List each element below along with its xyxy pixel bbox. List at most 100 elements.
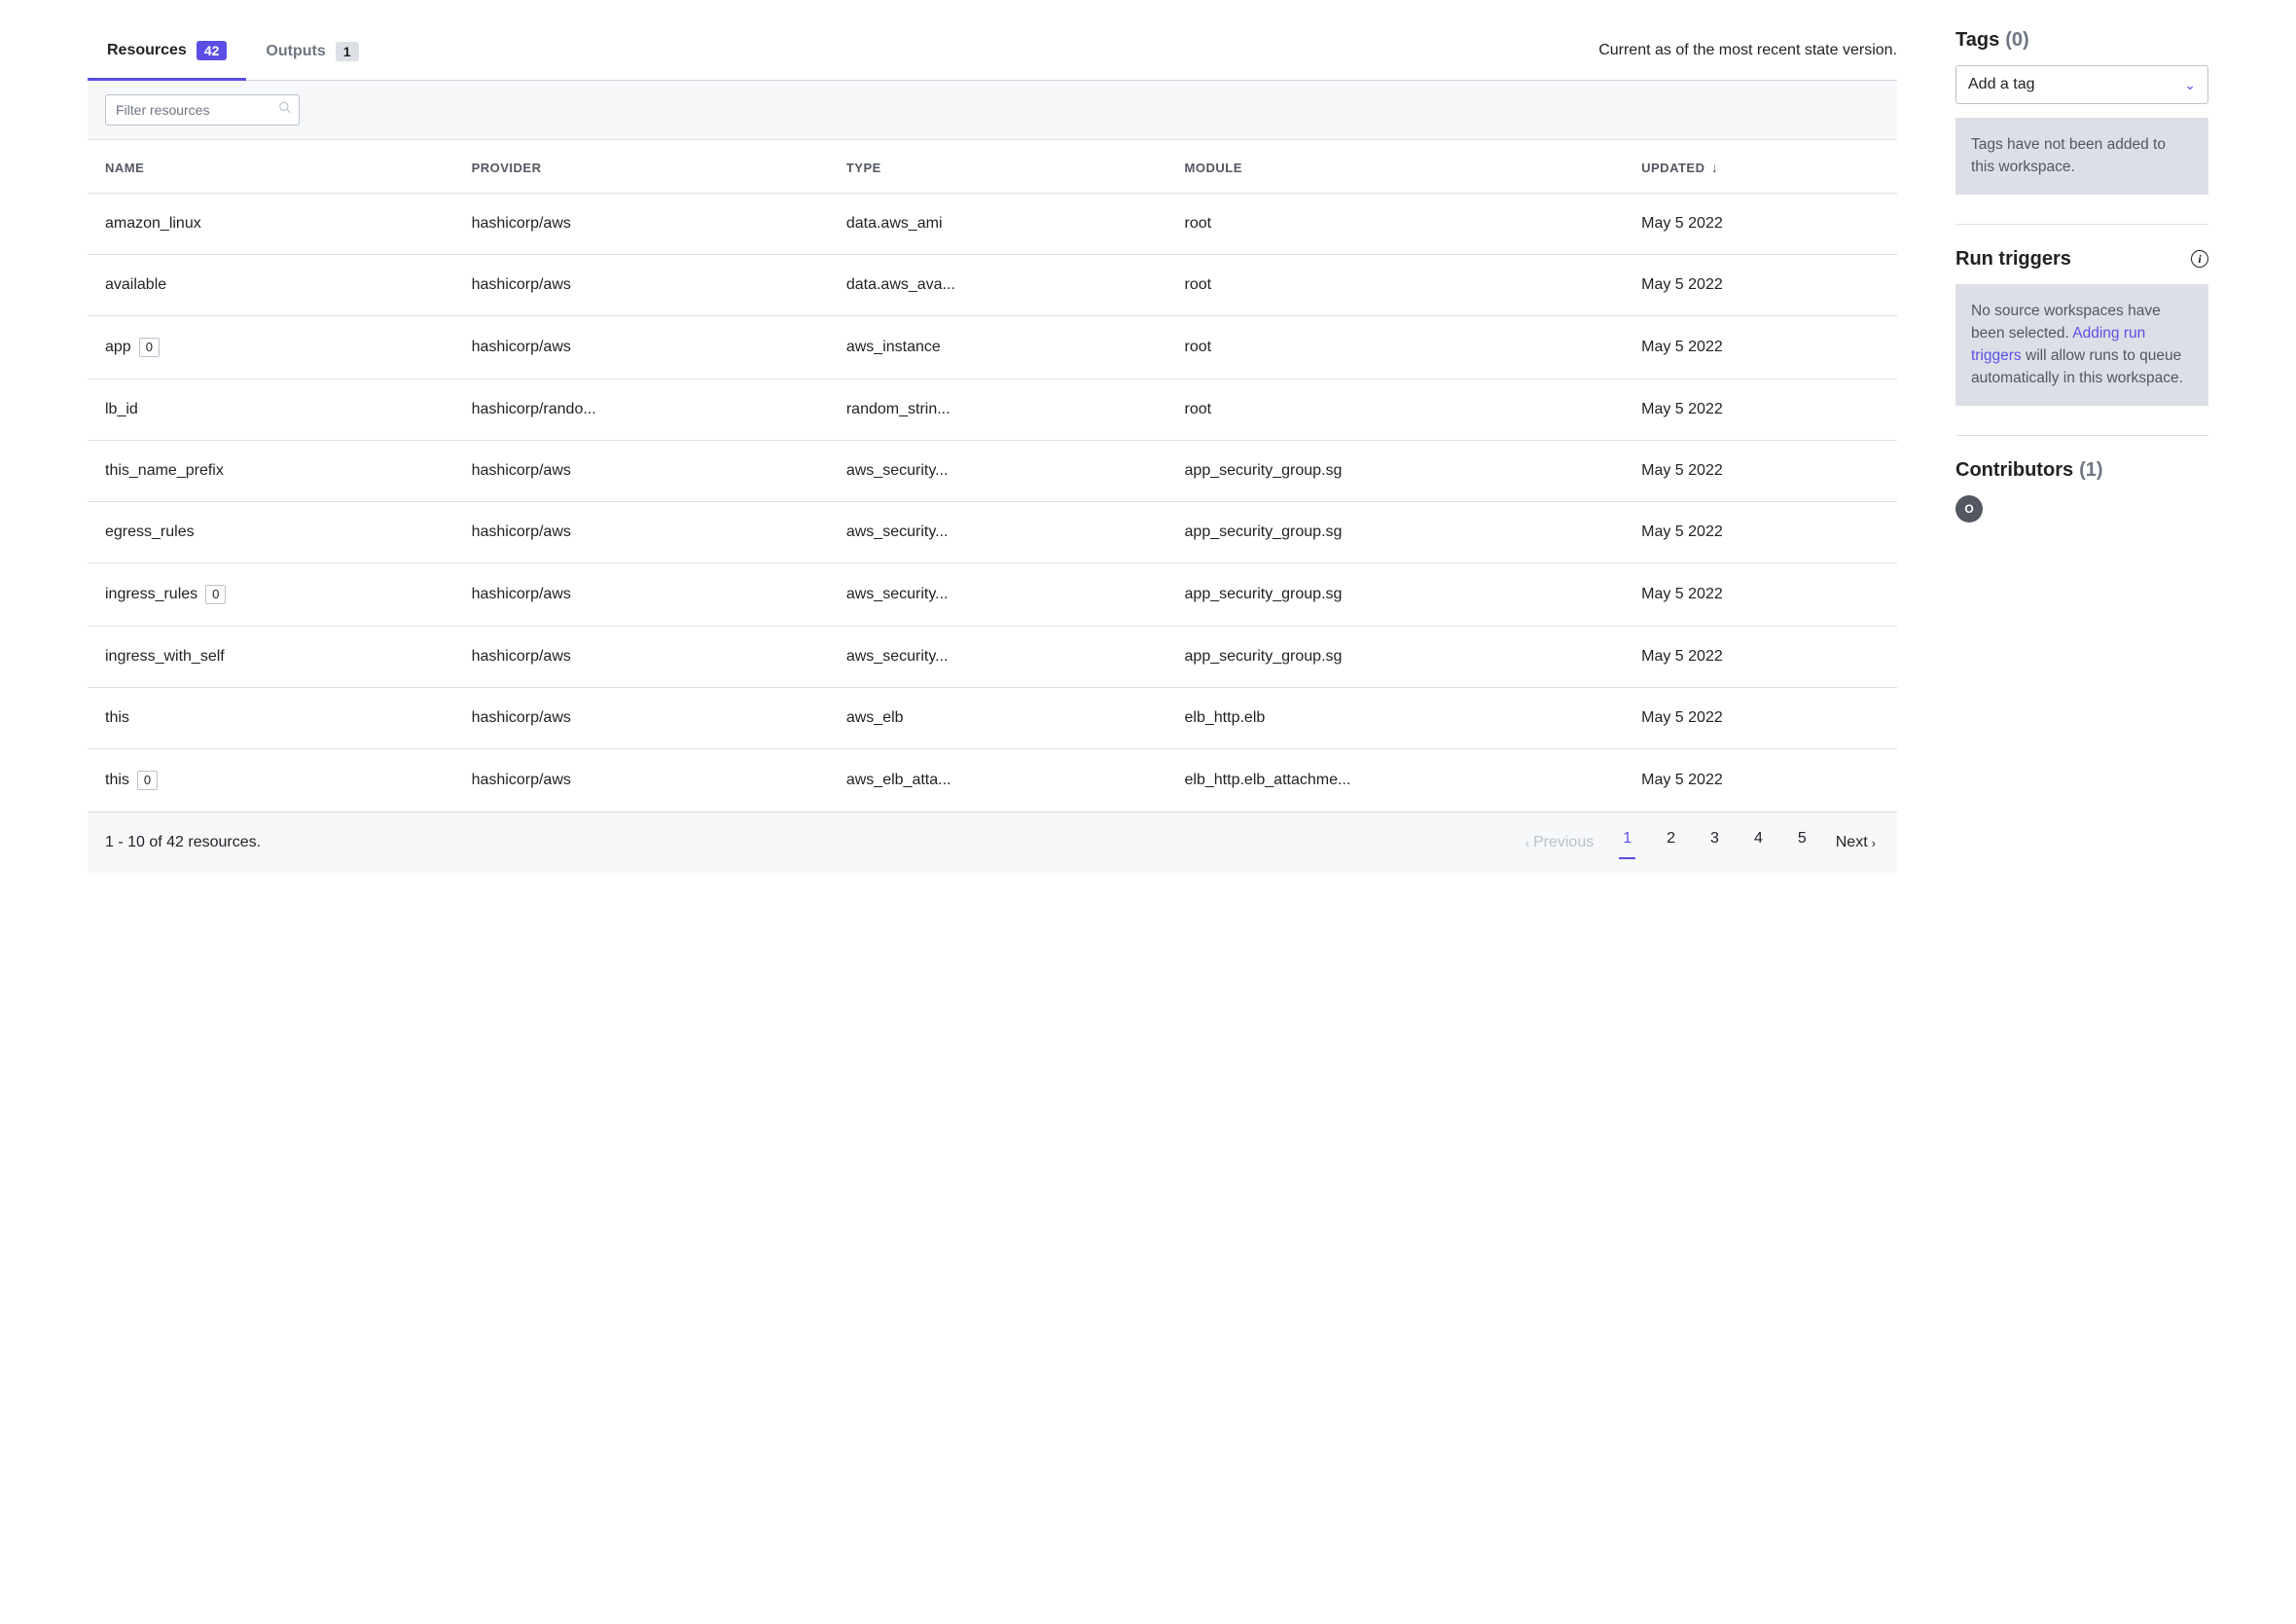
add-tag-dropdown[interactable]: Add a tag ⌄	[1955, 65, 2208, 104]
tab-label: Outputs	[266, 43, 325, 60]
col-provider[interactable]: PROVIDER	[454, 140, 829, 194]
cell-updated: May 5 2022	[1624, 563, 1897, 627]
cell-type: aws_elb	[829, 688, 1167, 749]
cell-type: aws_security...	[829, 441, 1167, 502]
table-row[interactable]: amazon_linuxhashicorp/awsdata.aws_amiroo…	[88, 194, 1897, 255]
search-icon	[278, 101, 292, 120]
cell-name: app0	[88, 316, 454, 379]
pagination-next[interactable]: Next ›	[1832, 830, 1880, 855]
pagination-bar: 1 - 10 of 42 resources. ‹ Previous 12345…	[88, 812, 1897, 873]
cell-updated: May 5 2022	[1624, 502, 1897, 563]
cell-module: app_security_group.sg	[1167, 627, 1625, 688]
tab-count-badge: 1	[336, 42, 359, 61]
pagination: ‹ Previous 12345 Next ›	[1522, 826, 1880, 859]
cell-name: egress_rules	[88, 502, 454, 563]
page-5[interactable]: 5	[1794, 826, 1811, 859]
cell-updated: May 5 2022	[1624, 194, 1897, 255]
tab-outputs[interactable]: Outputs 1	[246, 29, 377, 80]
cell-provider: hashicorp/rando...	[454, 379, 829, 441]
cell-type: random_strin...	[829, 379, 1167, 441]
cell-updated: May 5 2022	[1624, 255, 1897, 316]
cell-name: this	[88, 688, 454, 749]
cell-type: aws_security...	[829, 502, 1167, 563]
cell-type: aws_security...	[829, 627, 1167, 688]
table-row[interactable]: availablehashicorp/awsdata.aws_ava...roo…	[88, 255, 1897, 316]
cell-name: this0	[88, 749, 454, 812]
cell-provider: hashicorp/aws	[454, 441, 829, 502]
cell-provider: hashicorp/aws	[454, 255, 829, 316]
cell-module: root	[1167, 379, 1625, 441]
sidebar: Tags (0) Add a tag ⌄ Tags have not been …	[1955, 29, 2208, 873]
table-row[interactable]: thishashicorp/awsaws_elbelb_http.elbMay …	[88, 688, 1897, 749]
chevron-down-icon: ⌄	[2184, 77, 2196, 93]
divider	[1955, 435, 2208, 436]
cell-updated: May 5 2022	[1624, 379, 1897, 441]
filter-bar	[88, 81, 1897, 140]
cell-module: app_security_group.sg	[1167, 502, 1625, 563]
col-module[interactable]: MODULE	[1167, 140, 1625, 194]
tags-empty-message: Tags have not been added to this workspa…	[1955, 118, 2208, 195]
table-row[interactable]: this_name_prefixhashicorp/awsaws_securit…	[88, 441, 1897, 502]
resources-table: NAME PROVIDER TYPE MODULE UPDATED ↓ amaz…	[88, 140, 1897, 812]
index-badge: 0	[139, 338, 160, 357]
cell-name: amazon_linux	[88, 194, 454, 255]
page-3[interactable]: 3	[1706, 826, 1723, 859]
tags-title: Tags (0)	[1955, 29, 2029, 52]
state-version-status: Current as of the most recent state vers…	[1598, 42, 1897, 67]
tab-resources[interactable]: Resources 42	[88, 29, 246, 81]
cell-type: aws_security...	[829, 563, 1167, 627]
table-row[interactable]: egress_ruleshashicorp/awsaws_security...…	[88, 502, 1897, 563]
table-row[interactable]: lb_idhashicorp/rando...random_strin...ro…	[88, 379, 1897, 441]
cell-module: root	[1167, 255, 1625, 316]
chevron-right-icon: ›	[1872, 836, 1876, 850]
col-type[interactable]: TYPE	[829, 140, 1167, 194]
cell-module: elb_http.elb_attachme...	[1167, 749, 1625, 812]
run-triggers-section: Run triggers i No source workspaces have…	[1955, 248, 2208, 406]
cell-updated: May 5 2022	[1624, 441, 1897, 502]
cell-provider: hashicorp/aws	[454, 749, 829, 812]
avatar[interactable]: O	[1955, 495, 1983, 523]
run-triggers-message: No source workspaces have been selected.…	[1955, 284, 2208, 406]
cell-module: app_security_group.sg	[1167, 563, 1625, 627]
cell-name: lb_id	[88, 379, 454, 441]
cell-name: ingress_rules0	[88, 563, 454, 627]
cell-updated: May 5 2022	[1624, 749, 1897, 812]
cell-module: root	[1167, 316, 1625, 379]
contributors-title: Contributors (1)	[1955, 459, 2103, 482]
cell-provider: hashicorp/aws	[454, 194, 829, 255]
cell-type: aws_instance	[829, 316, 1167, 379]
cell-provider: hashicorp/aws	[454, 627, 829, 688]
cell-provider: hashicorp/aws	[454, 563, 829, 627]
cell-type: aws_elb_atta...	[829, 749, 1167, 812]
cell-module: app_security_group.sg	[1167, 441, 1625, 502]
page-2[interactable]: 2	[1663, 826, 1679, 859]
pagination-previous[interactable]: ‹ Previous	[1522, 830, 1598, 855]
tab-label: Resources	[107, 42, 187, 59]
page-4[interactable]: 4	[1750, 826, 1767, 859]
index-badge: 0	[137, 771, 158, 790]
divider	[1955, 224, 2208, 225]
col-name[interactable]: NAME	[88, 140, 454, 194]
filter-input[interactable]	[105, 94, 300, 126]
main-content: Resources 42 Outputs 1 Current as of the…	[88, 29, 1897, 873]
table-row[interactable]: app0hashicorp/awsaws_instancerootMay 5 2…	[88, 316, 1897, 379]
col-updated[interactable]: UPDATED ↓	[1624, 140, 1897, 194]
cell-module: root	[1167, 194, 1625, 255]
table-row[interactable]: ingress_with_selfhashicorp/awsaws_securi…	[88, 627, 1897, 688]
index-badge: 0	[205, 585, 226, 604]
cell-name: this_name_prefix	[88, 441, 454, 502]
page-1[interactable]: 1	[1619, 826, 1635, 859]
cell-provider: hashicorp/aws	[454, 316, 829, 379]
cell-provider: hashicorp/aws	[454, 502, 829, 563]
cell-provider: hashicorp/aws	[454, 688, 829, 749]
pagination-info: 1 - 10 of 42 resources.	[105, 834, 261, 851]
cell-type: data.aws_ava...	[829, 255, 1167, 316]
cell-updated: May 5 2022	[1624, 688, 1897, 749]
table-row[interactable]: this0hashicorp/awsaws_elb_atta...elb_htt…	[88, 749, 1897, 812]
cell-updated: May 5 2022	[1624, 316, 1897, 379]
table-row[interactable]: ingress_rules0hashicorp/awsaws_security.…	[88, 563, 1897, 627]
info-icon[interactable]: i	[2191, 250, 2208, 268]
tags-section: Tags (0) Add a tag ⌄ Tags have not been …	[1955, 29, 2208, 195]
tabs-header: Resources 42 Outputs 1 Current as of the…	[88, 29, 1897, 81]
cell-updated: May 5 2022	[1624, 627, 1897, 688]
